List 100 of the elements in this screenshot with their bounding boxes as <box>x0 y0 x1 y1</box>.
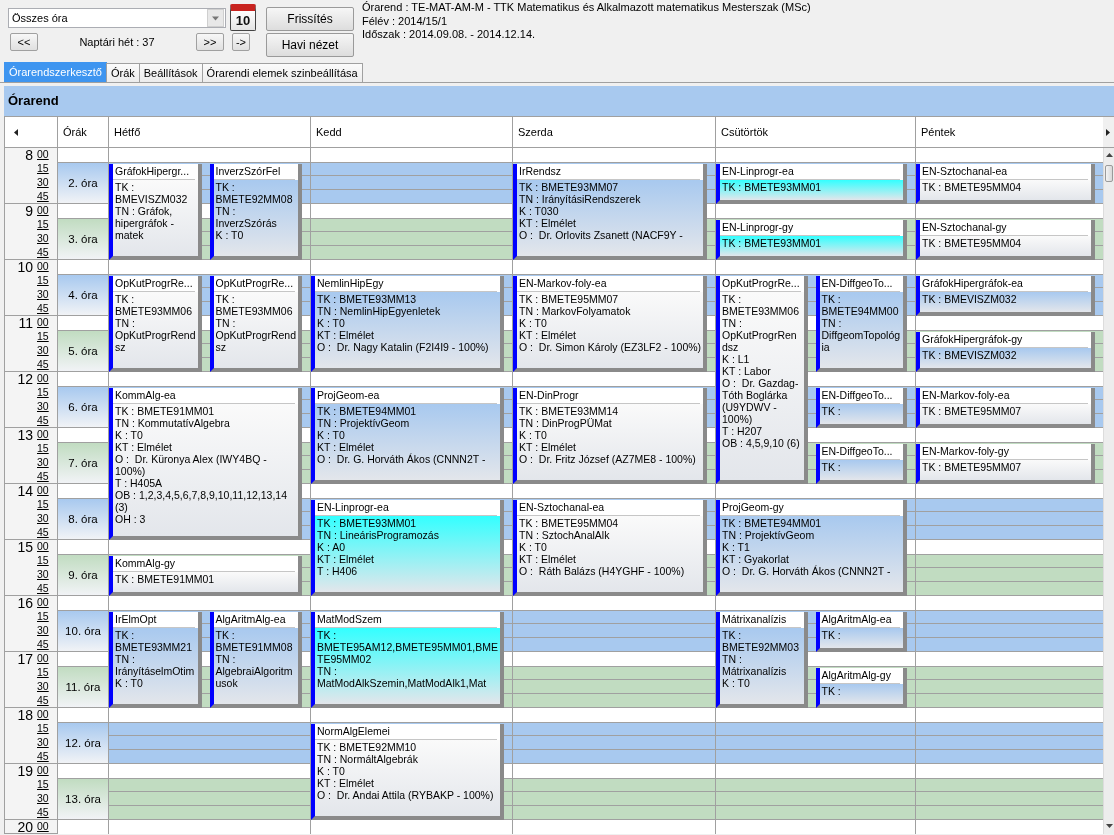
course-card[interactable]: MatModSzem TK : BMETE95AM12,BMETE95MM01,BMETE95MM02 TN : MatModAlkSzemin,MatModAlk1,Mat <box>311 612 504 708</box>
hour-label: 14 <box>17 484 34 498</box>
course-card[interactable]: EN-Sztochanal-gy TK : BMETE95MM04 <box>916 220 1095 260</box>
course-title: EN-Markov-foly-ea <box>920 388 1088 404</box>
course-detail: T : H405A <box>115 477 164 489</box>
course-card[interactable]: EN-Sztochanal-ea TK : BMETE95MM04 <box>916 164 1095 204</box>
course-card[interactable]: NormAlgElemei TK : BMETE92MM10 TN : NormáltAlgebrák K : T0 KT : Elmélet O : Dr. Andai Attila (RYBAKP - 100%) <box>311 724 504 820</box>
course-card[interactable]: OpKutProgrRe... TK : BMETE93MM06 TN : OpKutProgrRendsz K : L1 KT : Labor O : Dr. Gazdag-Tóth Boglárka (U9YDWV - 100%) T : H207 OB : 4,5,9,10 (6) <box>716 276 808 484</box>
minute-label: 45 <box>36 750 49 764</box>
minute-label: 45 <box>36 414 49 428</box>
course-detail: KT : Elmélet <box>519 553 577 565</box>
course-detail: OB : 1,2,3,4,5,6,7,8,9,10,11,12,13,14 (3) <box>115 489 289 513</box>
minute-label: 30 <box>36 344 49 358</box>
minute-label: 15 <box>36 218 49 232</box>
course-detail: TK : BMETE95MM04 <box>922 237 1023 249</box>
minute-label: 45 <box>36 806 49 820</box>
tab[interactable]: Órarendi elemek szinbeállítása <box>201 63 363 82</box>
course-detail: TK : BMETE91MM08 <box>215 629 294 653</box>
next-week-button[interactable]: >> <box>196 33 224 51</box>
course-card[interactable]: AlgAritmAlg-ea TK : BMETE91MM08 TN : AlgebraiAlgoritmusok <box>209 612 302 708</box>
course-card[interactable]: EN-Linprogr-ea TK : BMETE93MM01 <box>716 164 907 204</box>
course-card[interactable]: GráfokHipergr... TK : BMEVISZM032 TN : Gráfok, hipergráfok - matek <box>109 164 202 260</box>
course-card[interactable]: EN-Markov-foly-ea TK : BMETE95MM07 TN : MarkovFolyamatok K : T0 KT : Elmélet O : Dr. Simon Károly (EZ3LF2 - 100%) <box>513 276 707 372</box>
month-view-button[interactable]: Havi nézet <box>266 33 354 57</box>
course-detail: TN : MarkovFolyamatok <box>519 305 632 317</box>
course-card[interactable]: ProjGeom-ea TK : BMETE94MM01 TN : ProjektívGeom K : T0 KT : Elmélet O : Dr. G. Horváth Ákos (CNNN2T - <box>311 388 504 484</box>
vertical-scrollbar[interactable] <box>1103 148 1114 834</box>
minute-label: 00 <box>36 204 49 218</box>
scroll-down-icon[interactable] <box>1105 824 1113 828</box>
course-detail: K : T0 <box>722 677 751 689</box>
hour-label: 20 <box>17 820 34 834</box>
course-detail: KT : Elmélet <box>519 217 577 229</box>
course-detail: O : Dr. Andai Attila (RYBAKP - 100%) <box>317 789 495 801</box>
course-card[interactable]: InverzSzórFel TK : BMETE92MM08 TN : InverzSzórás K : T0 <box>209 164 302 260</box>
course-title: IrRendsz <box>517 164 700 180</box>
course-card[interactable]: GráfokHipergráfok-gy TK : BMEVISZM032 <box>916 332 1095 372</box>
course-detail: TK : BMETE91MM01 <box>115 405 216 417</box>
course-title: GráfokHipergráfok-ea <box>920 276 1088 292</box>
course-card[interactable]: EN-DiffgeoTo... TK : <box>815 444 907 484</box>
scroll-up-icon[interactable] <box>1105 153 1113 157</box>
calendar-button[interactable]: 10 <box>230 4 256 31</box>
course-detail: TN : AlgebraiAlgoritmusok <box>215 653 294 689</box>
hour-label: 8 <box>25 148 34 162</box>
period-cell: 7. óra <box>58 442 108 484</box>
minute-label: 45 <box>36 470 49 484</box>
course-card[interactable]: KommAlg-ea TK : BMETE91MM01 TN : KommutatívAlgebra K : T0 KT : Elmélet O : Dr. Küronya Alex (IWY4BQ - 100%) T : H405A OB : 1,2,3,4,5,6,7,8,9,10,11,12,13,14 (3) OH : 3 <box>109 388 302 540</box>
tab[interactable]: Beállítások <box>138 63 203 82</box>
minute-label: 00 <box>36 540 49 554</box>
course-card[interactable]: GráfokHipergráfok-ea TK : BMEVISZM032 <box>916 276 1095 316</box>
scrollbar-thumb[interactable] <box>1105 165 1113 182</box>
period-filter-dropdown[interactable]: Összes óra <box>8 8 226 28</box>
course-card[interactable]: EN-Markov-foly-ea TK : BMETE95MM07 <box>916 388 1095 428</box>
course-title: KommAlg-ea <box>113 388 295 404</box>
course-card[interactable]: EN-DinProgr TK : BMETE93MM14 TN : DinProgPÜMat K : T0 KT : Elmélet O : Dr. Fritz József (AZ7ME8 - 100%) <box>513 388 707 484</box>
course-card[interactable]: OpKutProgrRe... TK : BMETE93MM06 TN : OpKutProgrRendsz <box>109 276 202 372</box>
course-detail: O : Dr. Nagy Katalin (F2I4I9 - 100%) <box>317 341 490 353</box>
course-detail: TK : BMETE93MM01 <box>722 237 823 249</box>
course-card[interactable]: EN-Linprogr-gy TK : BMETE93MM01 <box>716 220 907 260</box>
minute-label: 45 <box>36 190 49 204</box>
previous-week-button[interactable]: << <box>10 33 38 51</box>
course-title: AlgAritmAlg-ea <box>213 612 295 628</box>
hour-label: 15 <box>17 540 34 554</box>
course-detail: TK : BMEVISZM032 <box>115 181 189 205</box>
course-detail: TK : <box>821 461 842 473</box>
course-card[interactable]: AlgAritmAlg-ea TK : <box>815 612 907 652</box>
course-card[interactable]: EN-DiffgeoTo... TK : <box>815 388 907 428</box>
course-card[interactable]: EN-Sztochanal-ea TK : BMETE95MM04 TN : SztochAnalAlk K : T0 KT : Elmélet O : Ráth Balázs (H4YGHF - 100%) <box>513 500 707 596</box>
course-card[interactable]: ProjGeom-gy TK : BMETE94MM01 TN : ProjektívGeom K : T1 KT : Gyakorlat O : Dr. G. Horváth Ákos (CNNN2T - <box>716 500 907 596</box>
minute-label: 00 <box>36 820 49 834</box>
course-card[interactable]: IrElmOpt TK : BMETE93MM21 TN : IrányításelmOtim K : T0 <box>109 612 202 708</box>
minute-label: 00 <box>36 484 49 498</box>
minute-label: 15 <box>36 610 49 624</box>
course-card[interactable]: EN-DiffgeoTo... TK : BMETE94MM00 TN : DiffgeomTopológia <box>815 276 907 372</box>
course-card[interactable]: KommAlg-gy TK : BMETE91MM01 <box>109 556 302 596</box>
course-detail: KT : Elmélet <box>317 777 375 789</box>
go-button[interactable]: -> <box>232 33 250 51</box>
minute-label: 15 <box>36 722 49 736</box>
minute-label: 30 <box>36 456 49 470</box>
course-card[interactable]: AlgAritmAlg-gy TK : <box>815 668 907 708</box>
course-card[interactable]: IrRendsz TK : BMETE93MM07 TN : IrányításiRendszerek K : T030 KT : Elmélet O : Dr. Orlovits Zsanett (NACF9Y - <box>513 164 707 260</box>
scroll-right-icon[interactable] <box>1106 128 1110 136</box>
course-card[interactable]: EN-Linprogr-ea TK : BMETE93MM01 TN : LineárisProgramozás K : A0 KT : Elmélet T : H406 <box>311 500 504 596</box>
minute-label: 00 <box>36 260 49 274</box>
minute-label: 15 <box>36 554 49 568</box>
course-card[interactable]: NemlinHipEgy TK : BMETE93MM13 TN : NemlinHipEgyenletek K : T0 KT : Elmélet O : Dr. Nagy Katalin (F2I4I9 - 100%) <box>311 276 504 372</box>
course-detail: TN : InverzSzórás <box>215 205 278 229</box>
course-detail: TK : BMETE93MM14 <box>519 405 620 417</box>
column-header: Kedd <box>310 117 512 147</box>
course-card[interactable]: OpKutProgrRe... TK : BMETE93MM06 TN : OpKutProgrRendsz <box>209 276 302 372</box>
caret-icon <box>207 9 224 27</box>
course-detail: TN : LineárisProgramozás <box>317 529 440 541</box>
refresh-button[interactable]: Frissítés <box>266 7 354 31</box>
minute-label: 45 <box>36 526 49 540</box>
scroll-left-icon[interactable] <box>14 128 18 136</box>
course-detail: K : A0 <box>317 541 347 553</box>
tab[interactable]: Órák <box>105 63 140 82</box>
course-card[interactable]: Mátrixanalízis TK : BMETE92MM03 TN : Mátrixanalízis K : T0 <box>716 612 808 708</box>
course-card[interactable]: EN-Markov-foly-gy TK : BMETE95MM07 <box>916 444 1095 484</box>
course-detail: TK : BMETE93MM21 <box>115 629 194 653</box>
hour-label: 11 <box>18 316 34 330</box>
